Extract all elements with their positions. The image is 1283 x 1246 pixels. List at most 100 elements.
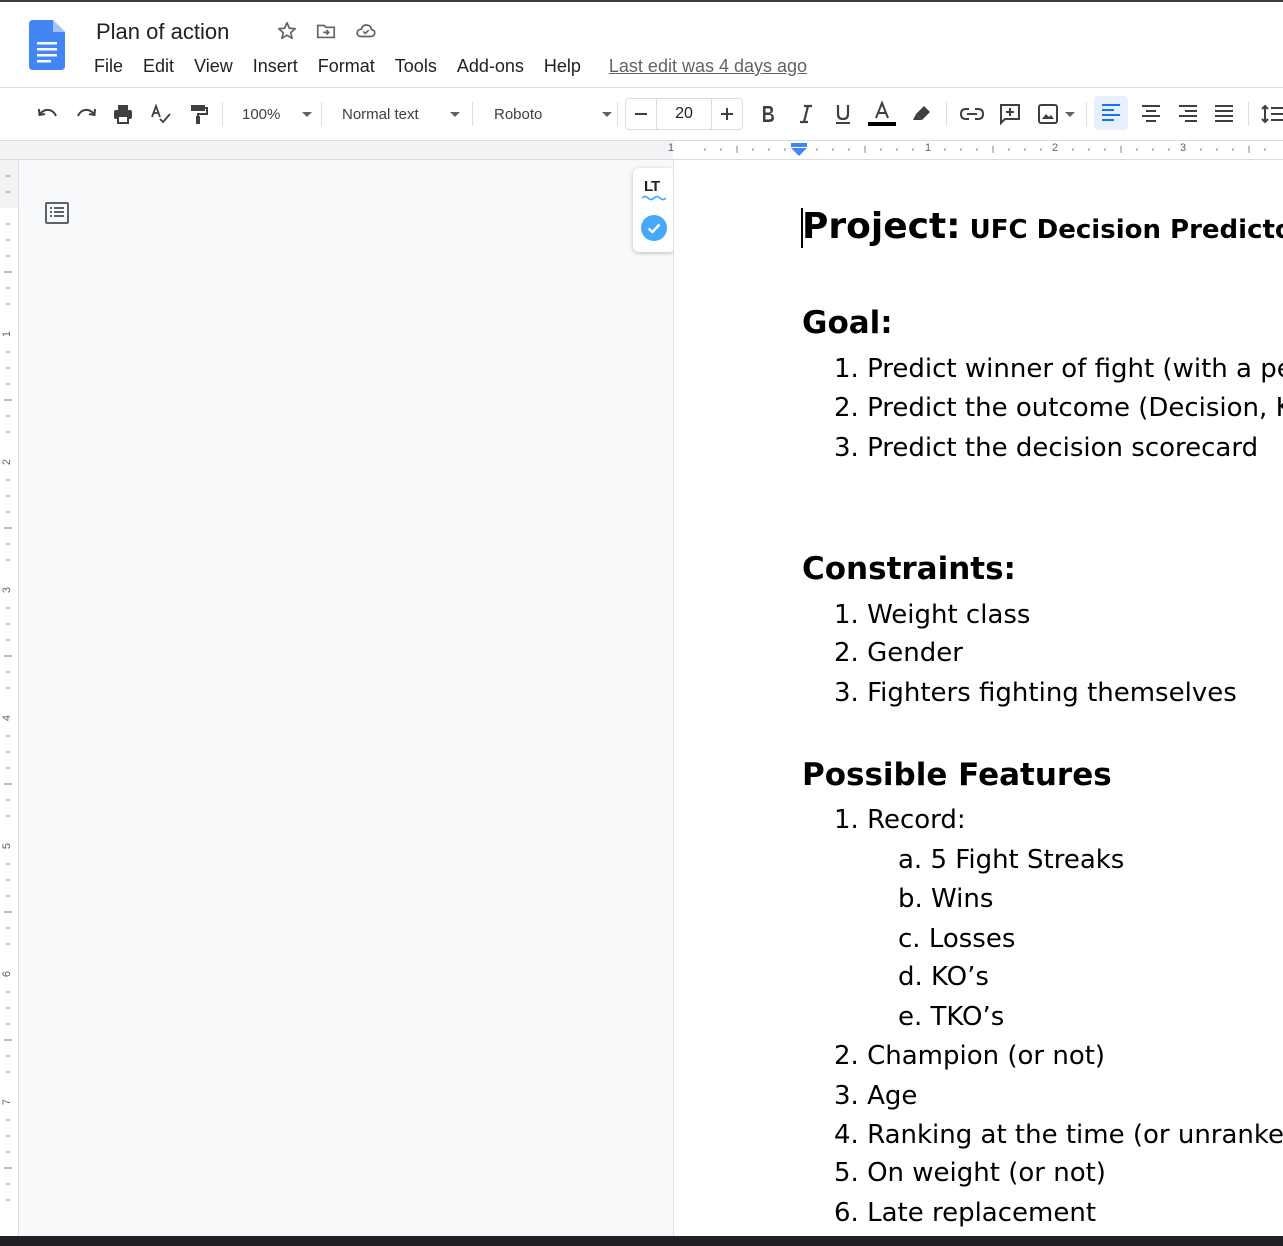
insert-image-button[interactable]: [1034, 100, 1078, 128]
menu-help[interactable]: Help: [534, 54, 591, 80]
bold-button[interactable]: [754, 100, 782, 128]
vertical-ruler-label: 2: [1, 458, 14, 466]
chevron-down-icon: [450, 112, 460, 117]
document-page[interactable]: Project: UFC Decision Predictor ML Goal:…: [673, 160, 1283, 1246]
window-bottom-edge: [0, 1236, 1283, 1246]
font-size-input[interactable]: 20: [656, 99, 712, 129]
underline-icon: [836, 105, 850, 124]
menu-tools[interactable]: Tools: [385, 54, 447, 80]
list-item: 3. Fighters fighting themselves: [834, 678, 1237, 708]
zoom-dropdown[interactable]: 100%: [242, 100, 312, 128]
list-item: 3. Predict the decision scorecard: [834, 433, 1259, 463]
docs-header: Plan of action File Edit View Insert For…: [0, 2, 1283, 88]
menu-insert[interactable]: Insert: [243, 54, 308, 80]
ruler-ticks: [704, 146, 1266, 153]
italic-icon: [800, 104, 812, 124]
paragraph-style-value: Normal text: [342, 105, 419, 123]
constraints-heading: Constraints:: [802, 551, 1016, 587]
goal-heading: Goal:: [802, 305, 893, 341]
chevron-down-icon: [602, 112, 612, 117]
vertical-ruler-label: 5: [1, 842, 14, 850]
text-color-icon: [868, 100, 896, 126]
spellcheck-icon: [151, 103, 171, 124]
horizontal-ruler[interactable]: 1 1 2 3: [0, 141, 1283, 160]
list-item: 1. Predict winner of fight (with a per: [834, 354, 1283, 384]
highlight-color-button[interactable]: [908, 100, 936, 128]
link-icon: [959, 108, 985, 120]
undo-button[interactable]: [34, 100, 62, 128]
menu-file[interactable]: File: [84, 54, 133, 80]
last-edit-link[interactable]: Last edit was 4 days ago: [609, 54, 807, 80]
list-item: 3. Age: [834, 1081, 918, 1111]
increase-font-size-button[interactable]: [712, 99, 742, 129]
menu-format[interactable]: Format: [308, 54, 385, 80]
spellcheck-button[interactable]: [146, 100, 174, 128]
list-item: 6. Late replacement: [834, 1198, 1097, 1228]
document-outline-icon[interactable]: [44, 200, 70, 226]
ruler-label: 2: [1052, 142, 1059, 154]
minus-icon: [635, 113, 647, 115]
image-icon: [1038, 104, 1075, 124]
toolbar-separator: [222, 102, 223, 126]
font-dropdown[interactable]: Roboto: [494, 100, 612, 128]
redo-button[interactable]: [72, 100, 100, 128]
sub-list-item: a. 5 Fight Streaks: [898, 845, 1125, 875]
print-button[interactable]: [109, 100, 137, 128]
list-item: 4. Ranking at the time (or unranked): [834, 1120, 1283, 1150]
align-justify-icon: [1215, 105, 1233, 122]
paint-format-icon: [191, 105, 208, 124]
vertical-ruler-label: 6: [1, 970, 14, 978]
font-size-control: 20: [625, 98, 743, 130]
text-color-button[interactable]: [868, 100, 896, 128]
indent-marker-icon[interactable]: [790, 143, 808, 157]
insert-link-button[interactable]: [958, 100, 986, 128]
add-comment-button[interactable]: [996, 100, 1024, 128]
check-circle-icon[interactable]: [641, 215, 667, 241]
list-item: 2. Gender: [834, 638, 963, 668]
sub-list-item: c. Losses: [898, 924, 1016, 954]
ruler-label: 1: [668, 142, 675, 154]
justify-button[interactable]: [1210, 100, 1238, 128]
wavy-underline-icon: [642, 195, 666, 201]
menu-addons[interactable]: Add-ons: [447, 54, 534, 80]
project-line: Project: UFC Decision Predictor ML: [802, 206, 1283, 247]
underline-button[interactable]: [829, 100, 857, 128]
italic-button[interactable]: [792, 100, 820, 128]
paragraph-style-dropdown[interactable]: Normal text: [342, 100, 460, 128]
sub-list-item: d. KO’s: [898, 962, 989, 992]
ruler-label: 1: [925, 142, 932, 154]
list-item: 2. Champion (or not): [834, 1041, 1106, 1071]
languagetool-widget[interactable]: LT: [633, 168, 675, 252]
menu-bar: File Edit View Insert Format Tools Add-o…: [84, 54, 807, 80]
decrease-font-size-button[interactable]: [626, 99, 656, 129]
align-center-button[interactable]: [1137, 100, 1165, 128]
features-heading: Possible Features: [802, 757, 1112, 793]
paint-format-button[interactable]: [184, 100, 212, 128]
align-right-button[interactable]: [1174, 100, 1202, 128]
menu-edit[interactable]: Edit: [133, 54, 184, 80]
vertical-ruler-label: 1: [1, 330, 14, 338]
toolbar-separator: [1248, 102, 1249, 126]
document-title[interactable]: Plan of action: [96, 18, 229, 46]
menu-view[interactable]: View: [184, 54, 243, 80]
line-spacing-icon: [1261, 104, 1283, 124]
plus-icon: [721, 108, 733, 120]
align-left-button[interactable]: [1094, 96, 1128, 130]
move-to-folder-icon[interactable]: [315, 20, 337, 42]
toolbar-separator: [946, 102, 947, 126]
vertical-ruler-ticks: [0, 160, 18, 1201]
chevron-down-icon: [302, 112, 312, 117]
vertical-ruler[interactable]: 1 2 3 4 5 6 7: [0, 160, 19, 1240]
star-icon[interactable]: [276, 20, 298, 42]
sub-list-item: b. Wins: [898, 884, 994, 914]
google-docs-logo-icon[interactable]: [29, 20, 65, 70]
undo-icon: [38, 108, 57, 117]
highlighter-icon: [913, 106, 930, 120]
languagetool-logo: LT: [644, 178, 660, 195]
toolbar-separator: [321, 102, 322, 126]
toolbar-separator: [472, 102, 473, 126]
line-spacing-button[interactable]: [1258, 100, 1283, 128]
cloud-saved-icon[interactable]: [355, 20, 377, 42]
vertical-ruler-label: 7: [1, 1098, 14, 1106]
zoom-value: 100%: [242, 105, 281, 123]
